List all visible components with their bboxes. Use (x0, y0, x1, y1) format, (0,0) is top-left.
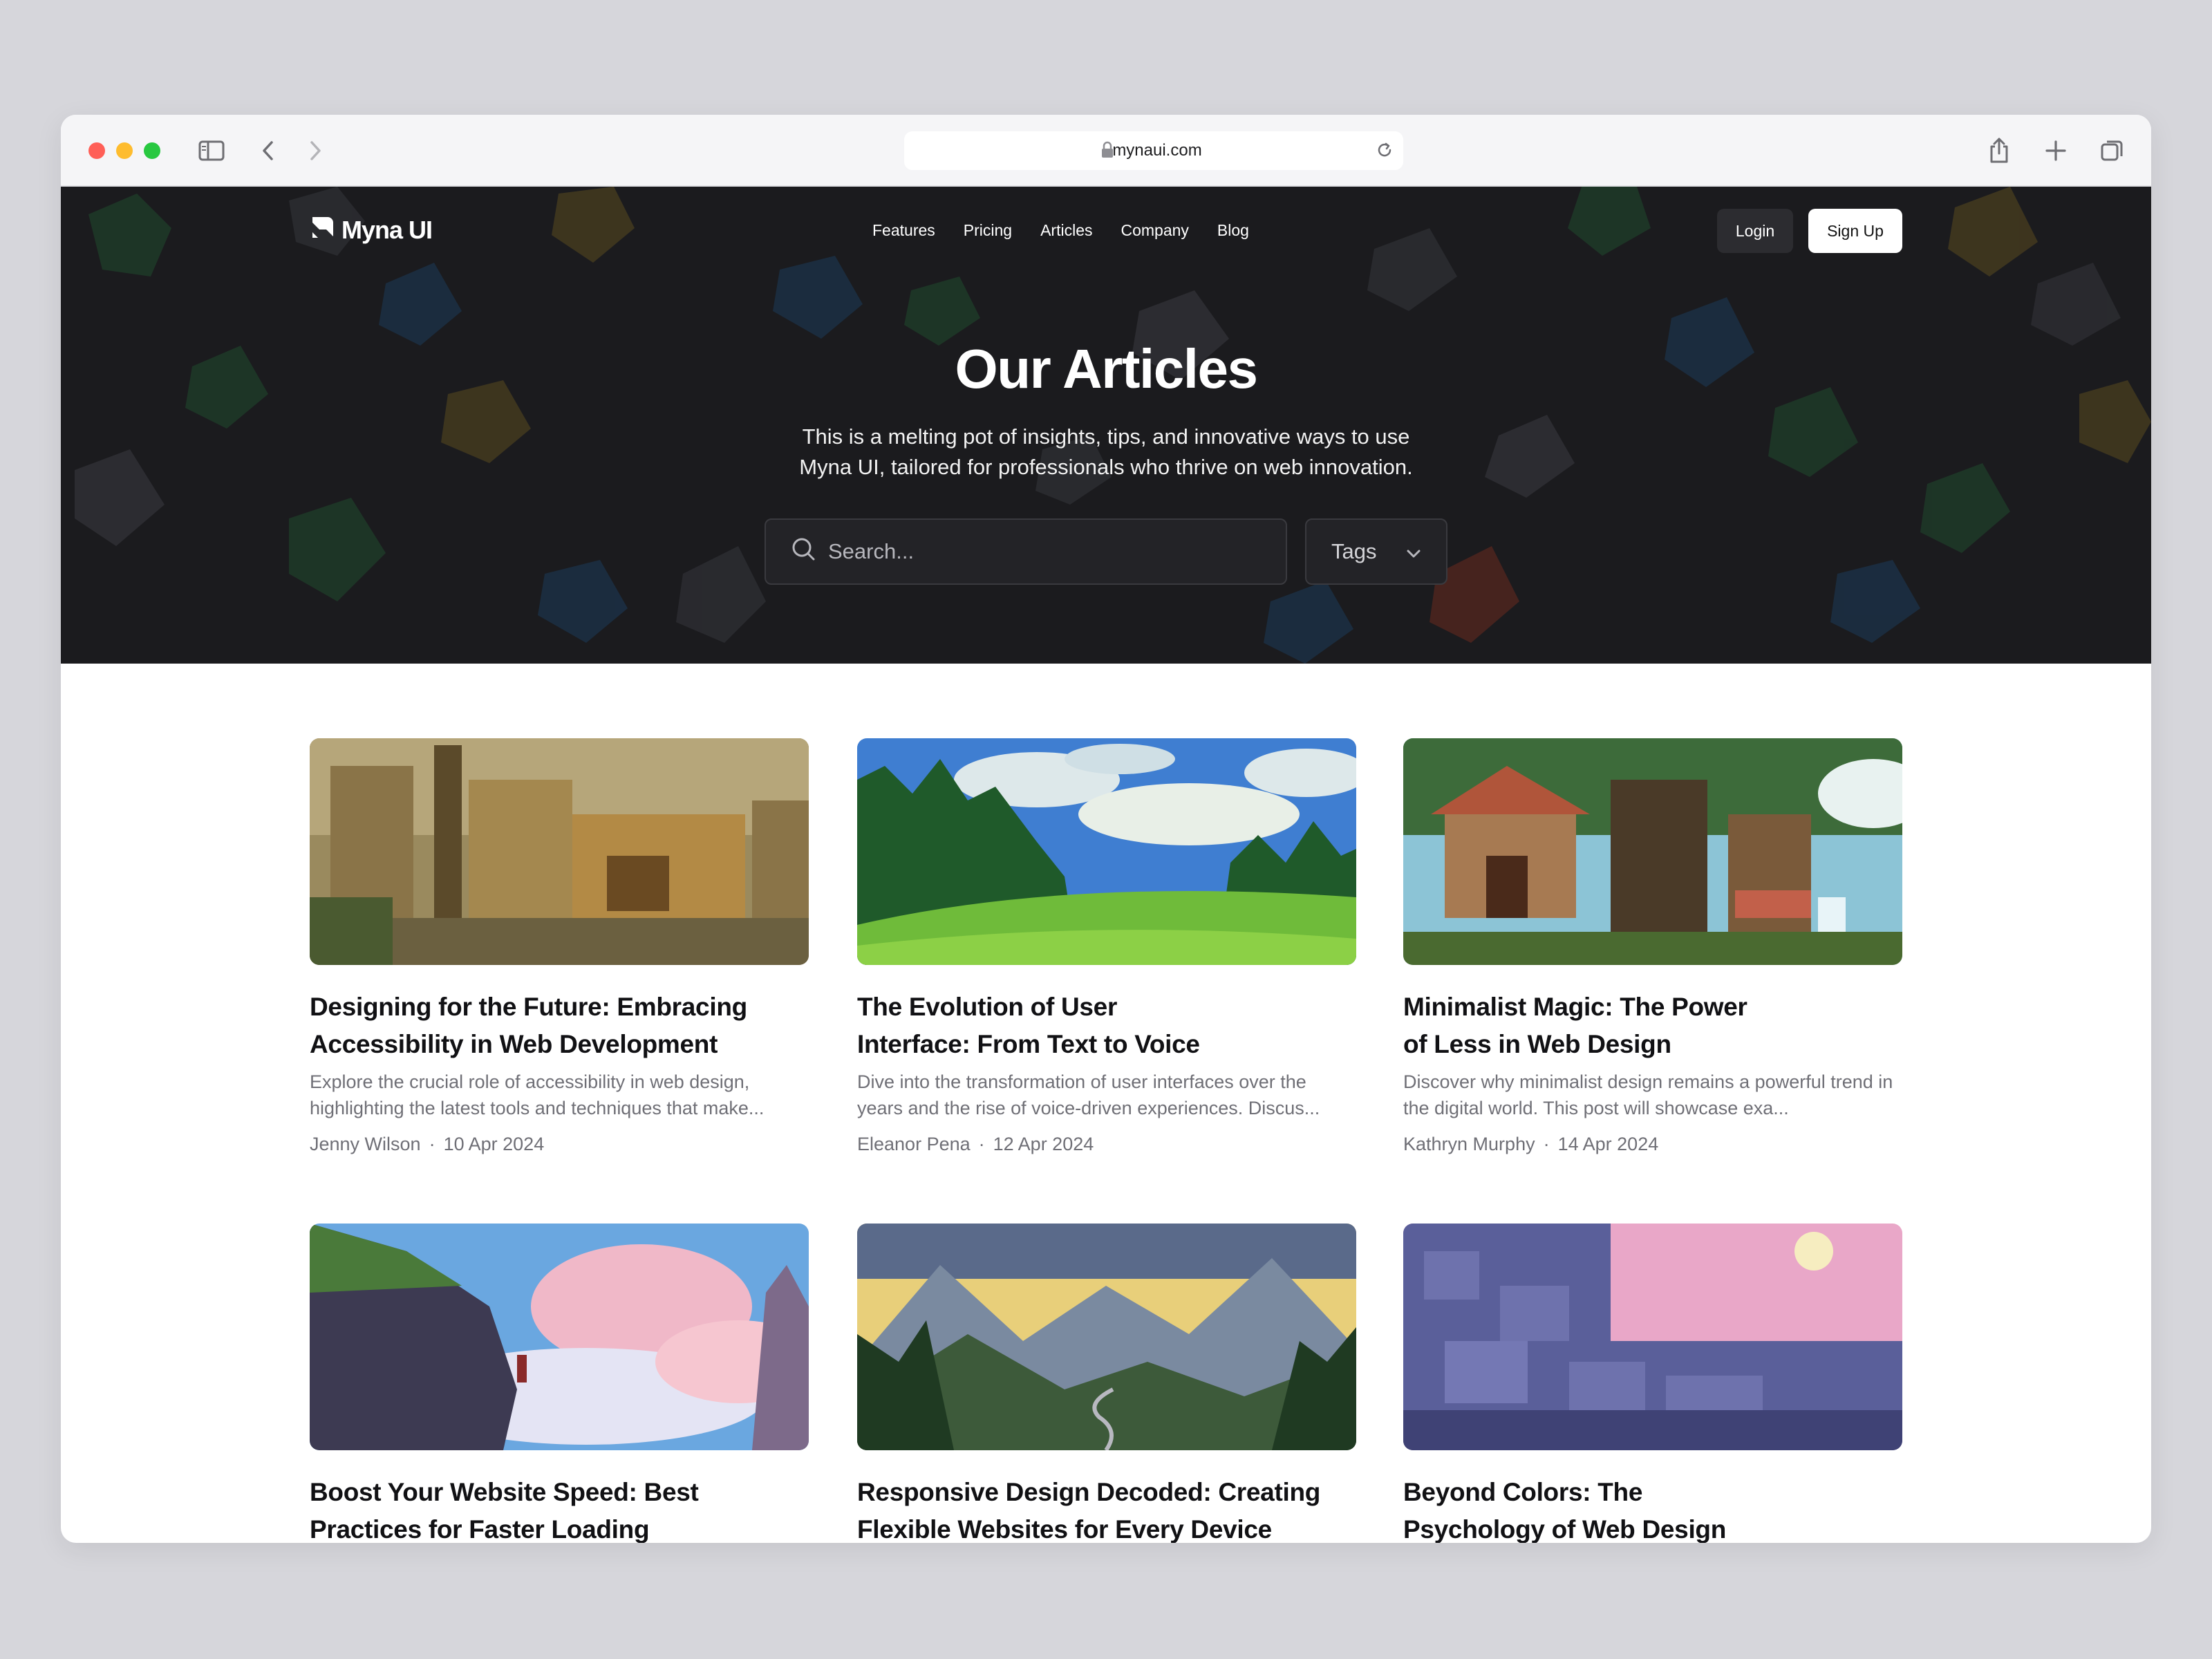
article-title[interactable]: Beyond Colors: The Psychology of Web Des… (1403, 1474, 1902, 1543)
nav-link-features[interactable]: Features (872, 221, 935, 240)
article-title-line-2: Flexible Websites for Every Device (857, 1515, 1272, 1543)
article-title-line-2: of Less in Web Design (1403, 1030, 1671, 1058)
article-card[interactable]: Boost Your Website Speed: Best Practices… (310, 1224, 809, 1543)
nav-link-blog[interactable]: Blog (1217, 221, 1249, 240)
article-card[interactable]: Responsive Design Decoded: Creating Flex… (857, 1224, 1356, 1543)
new-tab-icon[interactable] (2039, 134, 2072, 167)
article-card[interactable]: Designing for the Future: Embracing Acce… (310, 738, 809, 1155)
page-subtitle-line-2: Myna UI, tailored for professionals who … (799, 455, 1413, 479)
article-title-line-2: Psychology of Web Design (1403, 1515, 1727, 1543)
meta-separator: · (978, 1134, 985, 1154)
forward-icon[interactable] (299, 134, 332, 167)
article-title-line-1: Designing for the Future: Embracing (310, 993, 747, 1021)
article-meta: Jenny Wilson · 10 Apr 2024 (310, 1134, 809, 1155)
brand-name: Myna UI (341, 215, 433, 244)
lock-icon (1100, 141, 1114, 164)
article-title-line-2: Accessibility in Web Development (310, 1030, 718, 1058)
login-button[interactable]: Login (1717, 209, 1793, 253)
nav-link-company[interactable]: Company (1121, 221, 1188, 240)
chevron-down-icon (1406, 539, 1421, 564)
article-title-line-1: Beyond Colors: The (1403, 1478, 1643, 1506)
article-title[interactable]: Designing for the Future: Embracing Acce… (310, 988, 809, 1063)
tabs-icon[interactable] (2096, 134, 2129, 167)
article-card[interactable]: The Evolution of User Interface: From Te… (857, 738, 1356, 1155)
tags-dropdown[interactable]: Tags (1305, 518, 1447, 585)
article-excerpt: Explore the crucial role of accessibilit… (310, 1071, 765, 1118)
meta-separator: · (1543, 1134, 1550, 1154)
article-author: Jenny Wilson (310, 1134, 421, 1154)
article-thumbnail-mountain-valley[interactable] (857, 1224, 1356, 1450)
back-icon[interactable] (252, 134, 285, 167)
article-thumbnail-treehouse[interactable] (1403, 738, 1902, 965)
article-author: Eleanor Pena (857, 1134, 971, 1154)
article-card[interactable]: Beyond Colors: The Psychology of Web Des… (1403, 1224, 1902, 1543)
search-icon (791, 536, 816, 567)
page-title: Our Articles (955, 338, 1258, 400)
article-thumbnail-hillside-town[interactable] (1403, 1224, 1902, 1450)
article-date: 10 Apr 2024 (443, 1134, 545, 1154)
address-bar[interactable]: mynaui.com (904, 131, 1403, 170)
article-thumbnail-meadow[interactable] (857, 738, 1356, 965)
search-placeholder: Search... (828, 539, 915, 563)
logo-icon (310, 214, 336, 245)
share-icon[interactable] (1983, 134, 2016, 167)
maximize-window-button[interactable] (144, 142, 160, 159)
article-date: 12 Apr 2024 (993, 1134, 1094, 1154)
meta-separator: · (429, 1134, 435, 1154)
close-window-button[interactable] (88, 142, 105, 159)
page-subtitle: This is a melting pot of insights, tips,… (752, 422, 1460, 482)
nav-link-articles[interactable]: Articles (1040, 221, 1092, 240)
address-url: mynaui.com (1112, 141, 1202, 160)
article-meta: Kathryn Murphy · 14 Apr 2024 (1403, 1134, 1902, 1155)
hero-section: Myna UI Features Pricing Articles Compan… (61, 187, 2151, 664)
article-title[interactable]: Minimalist Magic: The Power of Less in W… (1403, 988, 1902, 1063)
article-title[interactable]: The Evolution of User Interface: From Te… (857, 988, 1356, 1063)
tags-label: Tags (1331, 539, 1377, 563)
article-title[interactable]: Responsive Design Decoded: Creating Flex… (857, 1474, 1356, 1543)
article-title-line-1: Responsive Design Decoded: Creating (857, 1478, 1321, 1506)
browser-toolbar: mynaui.com (61, 115, 2151, 187)
nav-link-pricing[interactable]: Pricing (964, 221, 1012, 240)
article-excerpt: Discover why minimalist design remains a… (1403, 1071, 1893, 1118)
article-title[interactable]: Boost Your Website Speed: Best Practices… (310, 1474, 809, 1543)
article-date: 14 Apr 2024 (1557, 1134, 1659, 1154)
article-title-line-1: The Evolution of User (857, 993, 1118, 1021)
article-title-line-1: Minimalist Magic: The Power (1403, 993, 1747, 1021)
article-meta: Eleanor Pena · 12 Apr 2024 (857, 1134, 1356, 1155)
article-title-line-2: Practices for Faster Loading (310, 1515, 650, 1543)
search-input[interactable]: Search... (765, 518, 1287, 585)
article-title-line-1: Boost Your Website Speed: Best (310, 1478, 699, 1506)
top-navbar: Myna UI Features Pricing Articles Compan… (61, 187, 2151, 270)
article-title-line-2: Interface: From Text to Voice (857, 1030, 1200, 1058)
page-subtitle-line-1: This is a melting pot of insights, tips,… (802, 424, 1410, 449)
sidebar-icon[interactable] (195, 134, 228, 167)
article-author: Kathryn Murphy (1403, 1134, 1535, 1154)
article-thumbnail-desert-ruins[interactable] (310, 738, 809, 965)
reload-icon[interactable] (1376, 141, 1394, 164)
article-card[interactable]: Minimalist Magic: The Power of Less in W… (1403, 738, 1902, 1155)
article-excerpt: Dive into the transformation of user int… (857, 1071, 1320, 1118)
signup-button[interactable]: Sign Up (1808, 209, 1902, 253)
minimize-window-button[interactable] (116, 142, 133, 159)
nav-links: Features Pricing Articles Company Blog (872, 221, 1249, 240)
browser-window: mynaui.com Myna UI Features Pricing Arti… (61, 115, 2151, 1543)
article-thumbnail-cliff-clouds[interactable] (310, 1224, 809, 1450)
brand-logo[interactable]: Myna UI (310, 214, 433, 245)
